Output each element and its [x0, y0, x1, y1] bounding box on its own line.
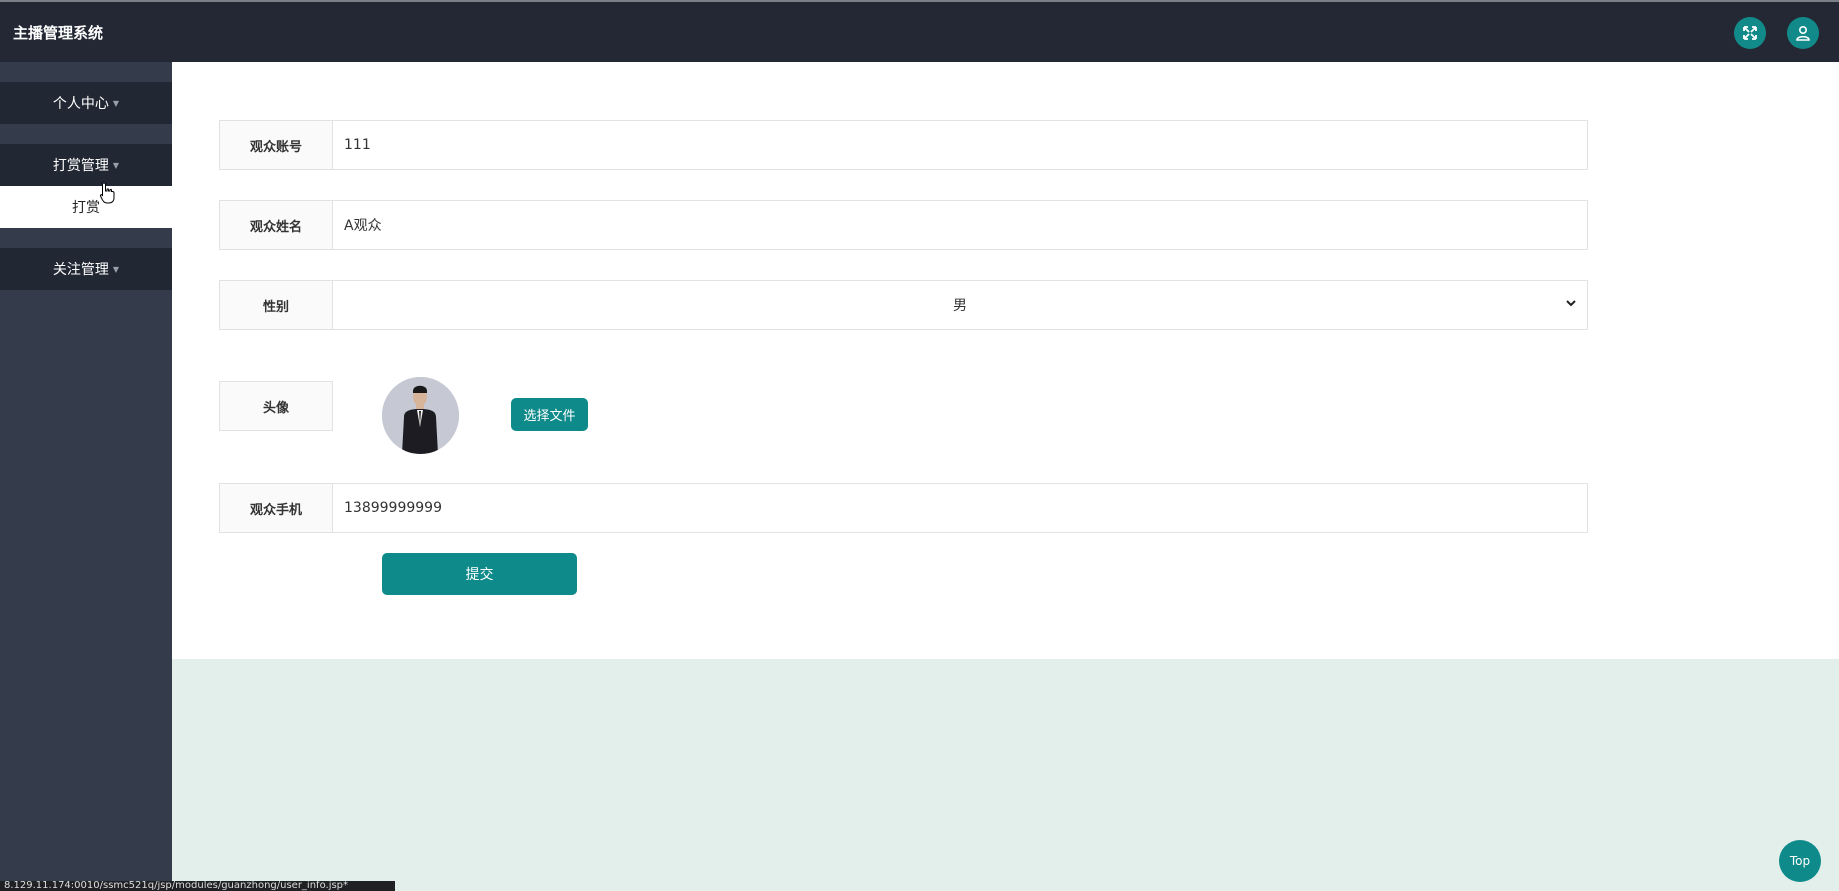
choose-file-button[interactable]: 选择文件 — [511, 398, 588, 431]
expand-arrows-icon — [1743, 26, 1757, 40]
hand-cursor-icon — [99, 182, 115, 204]
person-photo-icon — [382, 377, 459, 454]
fullscreen-button[interactable] — [1734, 17, 1766, 49]
top-navbar: 主播管理系统 — [0, 0, 1839, 62]
avatar-image — [382, 377, 459, 454]
sidebar: 个人中心 ▼ 打赏管理 ▼ 打赏 关注管理 ▼ — [0, 62, 172, 891]
avatar-label: 头像 — [219, 381, 333, 431]
form-row-phone: 观众手机 — [219, 483, 1588, 533]
user-menu-button[interactable] — [1787, 17, 1819, 49]
phone-input[interactable] — [333, 483, 1588, 533]
form-row-account: 观众账号 — [219, 120, 1588, 170]
phone-label: 观众手机 — [219, 483, 333, 533]
caret-down-icon: ▼ — [112, 160, 120, 170]
sidebar-item-tip-management[interactable]: 打赏管理 ▼ — [0, 144, 172, 186]
submit-button[interactable]: 提交 — [382, 553, 577, 595]
sidebar-item-personal-center[interactable]: 个人中心 ▼ — [0, 82, 172, 124]
back-to-top-button[interactable]: Top — [1779, 840, 1821, 882]
sidebar-item-label: 关注管理 — [52, 262, 109, 278]
name-input[interactable] — [333, 200, 1588, 250]
sidebar-subitem-tip[interactable]: 打赏 — [0, 186, 172, 228]
gender-selected-value: 男 — [953, 298, 967, 314]
form-row-avatar: 头像 — [219, 381, 333, 431]
name-label: 观众姓名 — [219, 200, 333, 250]
sidebar-subitem-label: 打赏 — [72, 200, 100, 216]
user-icon — [1796, 25, 1810, 41]
account-label: 观众账号 — [219, 120, 333, 170]
browser-status-url: 8.129.11.174:0010/ssmc521q/jsp/modules/g… — [0, 881, 395, 891]
caret-down-icon: ▼ — [112, 98, 120, 108]
sidebar-item-follow-management[interactable]: 关注管理 ▼ — [0, 248, 172, 290]
caret-down-icon: ▼ — [112, 264, 120, 274]
sidebar-item-label: 个人中心 — [52, 96, 109, 112]
form-row-name: 观众姓名 — [219, 200, 1588, 250]
account-input[interactable] — [333, 120, 1588, 170]
app-title: 主播管理系统 — [13, 24, 104, 42]
gender-select[interactable]: 男 — [333, 280, 1588, 330]
chevron-down-icon — [1566, 300, 1576, 307]
form-row-gender: 性别 男 — [219, 280, 1588, 330]
gender-label: 性别 — [219, 280, 333, 330]
sidebar-item-label: 打赏管理 — [52, 158, 109, 174]
